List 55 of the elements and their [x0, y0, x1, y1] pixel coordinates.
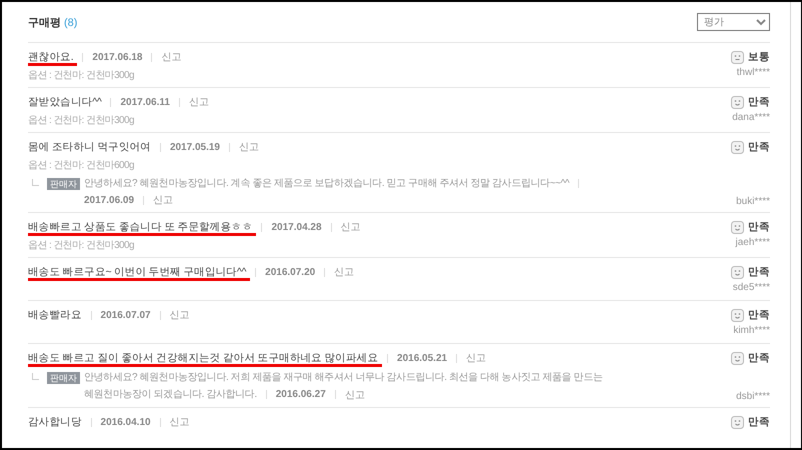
user-id: dsbi****	[736, 391, 770, 402]
reply-date: 2016.06.27	[276, 389, 326, 400]
review-text: 괜찮아요.	[28, 50, 74, 64]
review-date: 2016.07.20	[265, 266, 316, 278]
rating-label: 만족	[748, 415, 770, 429]
report-link[interactable]: 신고	[188, 95, 209, 109]
review-text: 몸에 조타하니 먹구잇어여	[28, 140, 151, 154]
option-text: 옵션 : 건천마: 건천마300g	[28, 239, 135, 252]
review-text: 배송빠르고 상품도 좋습니다 또 주문할께용ㅎㅎ	[28, 220, 252, 234]
user-id: dana****	[732, 112, 770, 123]
report-link[interactable]: 신고	[344, 388, 365, 402]
report-link[interactable]: 신고	[466, 351, 486, 365]
option-text: 옵션 : 건천마: 건천마300g	[28, 114, 135, 127]
report-link[interactable]: 신고	[161, 50, 182, 64]
option-text: 옵션 : 건천마: 건천마300g	[28, 69, 135, 82]
review-count: (8)	[64, 17, 78, 29]
reply-text: 혜원천마농장이 되겠습니다. 감사합니다.	[84, 388, 257, 402]
review-text: 잘받았습니다^^	[28, 95, 102, 109]
review-date: 2016.05.21	[397, 352, 448, 364]
section-title: 구매평	[28, 17, 61, 29]
review-text: 감사합니당	[28, 415, 82, 429]
review-text: 배송도 빠르구요~ 이번이 두번째 구매입니다^^	[28, 265, 246, 279]
reply-text: 안녕하세요? 혜원천마농장입니다. 저희 제품을 재구매 해주셔서 너무나 감사드립니다. 최선을 다해 농사짓고 제품을 만드는	[84, 371, 604, 385]
report-link[interactable]: 신고	[170, 308, 190, 322]
rating-label: 보통	[748, 50, 770, 64]
rating-label: 만족	[748, 308, 770, 322]
user-id: thwl****	[736, 67, 770, 78]
user-id: kimh****	[733, 325, 770, 336]
review-date: 2017.06.18	[92, 52, 142, 62]
review-date: 2016.04.10	[100, 416, 151, 428]
report-link[interactable]: 신고	[340, 220, 361, 234]
report-link[interactable]: 신고	[153, 193, 174, 207]
reply-date: 2017.06.09	[84, 194, 134, 206]
review-date: 2016.07.07	[100, 310, 151, 320]
rating-label: 만족	[748, 265, 770, 279]
report-link[interactable]: 신고	[334, 265, 354, 279]
seller-badge: 판매자	[47, 372, 80, 384]
user-id: sde5****	[732, 282, 770, 293]
review-date: 2017.04.28	[271, 222, 322, 232]
rating-label: 만족	[748, 351, 770, 365]
rating-label: 만족	[748, 220, 770, 234]
seller-badge: 판매자	[47, 178, 80, 190]
option-text: 옵션 : 건천마: 건천마600g	[28, 159, 135, 172]
review-text: 배송도 빠르고 질이 좋아서 건강해지는것 같아서 또구매하네요 많이파세요	[28, 351, 378, 365]
sort-select[interactable]: 평가	[697, 13, 770, 31]
review-date: 2017.05.19	[170, 142, 220, 152]
review-date: 2017.06.11	[120, 96, 170, 108]
reply-text: 안녕하세요? 혜원천마농장입니다. 계속 좋은 제품으로 보답하겠습니다. 믿고 구매해 주셔서 정말 감사드립니다~~^^	[84, 177, 570, 191]
rating-label: 만족	[748, 140, 770, 154]
user-id: buki****	[736, 196, 770, 207]
report-link[interactable]: 신고	[239, 140, 259, 154]
review-text: 배송빨라요	[28, 308, 82, 322]
user-id: jaeh****	[736, 237, 770, 248]
rating-label: 만족	[748, 95, 770, 109]
report-link[interactable]: 신고	[170, 415, 190, 429]
